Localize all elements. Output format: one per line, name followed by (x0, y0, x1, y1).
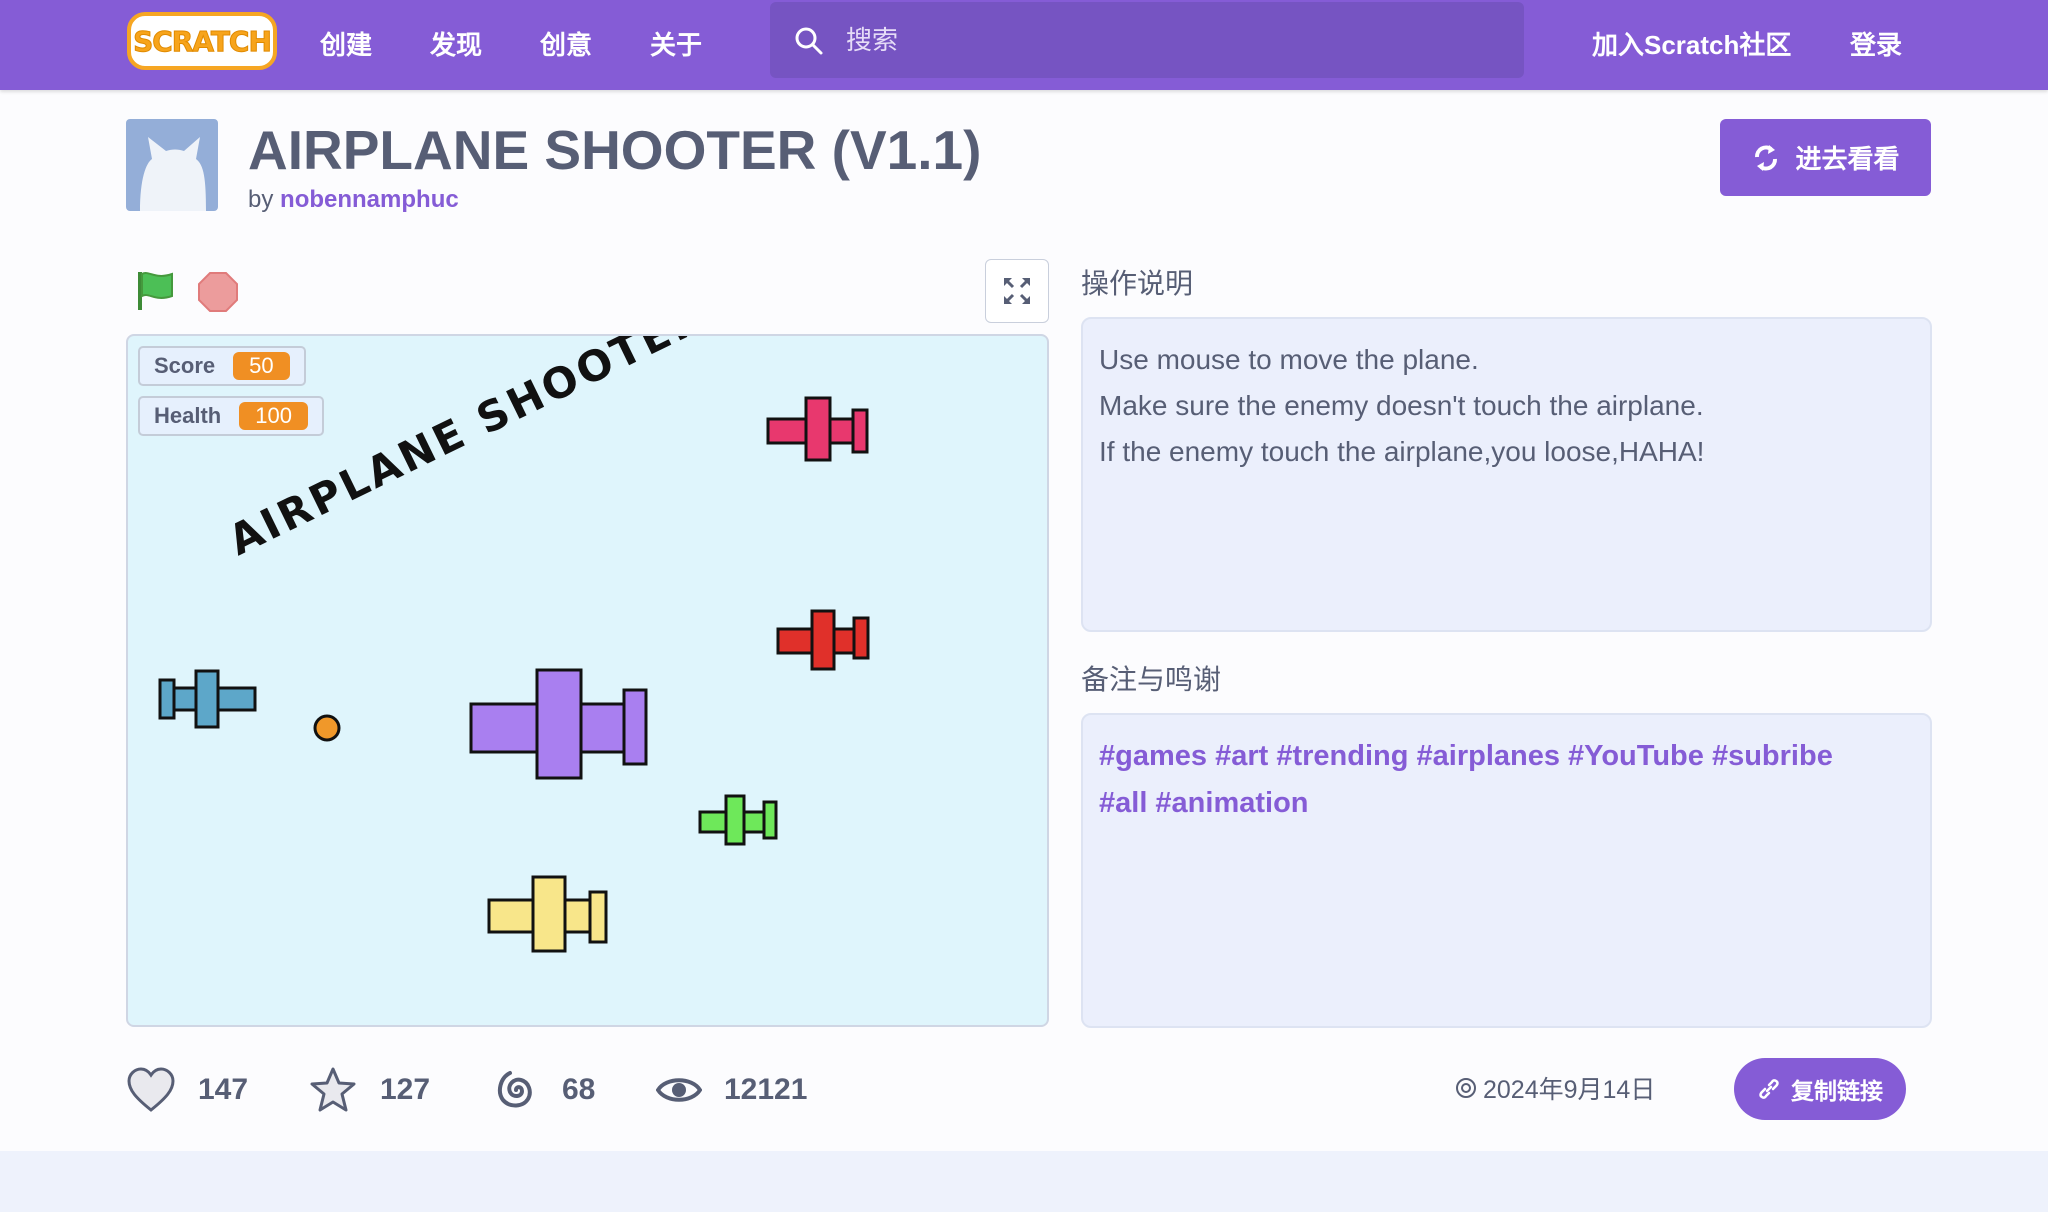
see-inside-button[interactable]: 进去看看 (1720, 119, 1931, 196)
remix-arrows-icon (1755, 144, 1778, 171)
heart-icon (127, 1067, 175, 1112)
by-label: by (248, 186, 274, 213)
see-inside-label: 进去看看 (1795, 144, 1900, 174)
search-input[interactable] (846, 2, 1486, 78)
nav-explore[interactable]: 发现 (430, 22, 482, 68)
blue-plane-sprite (158, 669, 257, 729)
eye-icon (656, 1078, 702, 1102)
project-title: AIRPLANE SHOOTER (V1.1) (248, 119, 982, 181)
project-stage[interactable]: Score 50 Health 100 AIRPLANE SHOOTER (126, 334, 1049, 1027)
favorite-stat[interactable]: 127 (308, 1065, 430, 1115)
love-stat[interactable]: 147 (126, 1065, 248, 1115)
date-text: 2024年9月14日 (1483, 1076, 1656, 1104)
star-icon (310, 1067, 356, 1112)
red-plane-sprite (776, 609, 870, 671)
remix-count: 68 (562, 1073, 596, 1106)
game-title-text: AIRPLANE SHOOTER (221, 336, 713, 565)
notes-box: #games #art #trending #airplanes #YouTub… (1081, 713, 1932, 1028)
notes-heading: 备注与鸣谢 (1081, 664, 1222, 695)
scratch-logo[interactable]: SCRATCH (127, 12, 277, 70)
player-plane-sprite (469, 668, 648, 780)
nav-about[interactable]: 关于 (650, 22, 702, 68)
fullscreen-icon (1003, 277, 1031, 305)
stop-sign-icon[interactable] (198, 272, 238, 312)
favorite-count: 127 (380, 1073, 431, 1106)
bullet-sprite (313, 714, 341, 742)
logo-text: SCRATCH (133, 24, 273, 58)
join-link[interactable]: 加入Scratch社区 (1592, 22, 1791, 68)
green-flag-icon[interactable] (135, 270, 175, 312)
instructions-line: Make sure the enemy doesn't touch the ai… (1099, 390, 1704, 421)
login-link[interactable]: 登录 (1850, 22, 1902, 68)
copy-link-label: 复制链接 (1791, 1078, 1883, 1104)
nav-create[interactable]: 创建 (320, 22, 372, 68)
stage-canvas: AIRPLANE SHOOTER (158, 336, 870, 953)
copyright-icon (1456, 1078, 1476, 1098)
footer-band (0, 1151, 2048, 1212)
pink-plane-sprite (766, 396, 869, 462)
instructions-box: Use mouse to move the plane. Make sure t… (1081, 317, 1932, 632)
green-plane-sprite (698, 794, 778, 846)
view-stat: 12121 (656, 1065, 807, 1115)
notes-line[interactable]: #all #animation (1099, 780, 1914, 827)
nav-ideas[interactable]: 创意 (540, 22, 592, 68)
author-link[interactable]: nobennamphuc (280, 186, 459, 213)
share-date: 2024年9月14日 (1455, 1070, 1655, 1106)
byline: by nobennamphuc (248, 186, 459, 214)
top-nav: SCRATCH 创建 发现 创意 关于 加入Scratch社区 登录 (0, 0, 2048, 90)
author-avatar[interactable] (126, 119, 218, 211)
instructions-heading: 操作说明 (1081, 268, 1194, 299)
instructions-line: Use mouse to move the plane. (1099, 344, 1479, 375)
search-bar (770, 2, 1524, 78)
love-count: 147 (198, 1073, 249, 1106)
notes-line[interactable]: #games #art #trending #airplanes #YouTub… (1099, 733, 1914, 780)
fullscreen-button[interactable] (985, 259, 1049, 323)
remix-spiral-icon (497, 1071, 532, 1108)
yellow-plane-sprite (487, 875, 608, 953)
instructions-line: If the enemy touch the airplane,you loos… (1099, 436, 1705, 467)
remix-stat: 68 (492, 1065, 595, 1115)
copy-link-button[interactable]: 复制链接 (1734, 1058, 1906, 1120)
view-count: 12121 (724, 1073, 808, 1106)
search-icon (795, 27, 823, 55)
link-icon (1759, 1079, 1779, 1099)
